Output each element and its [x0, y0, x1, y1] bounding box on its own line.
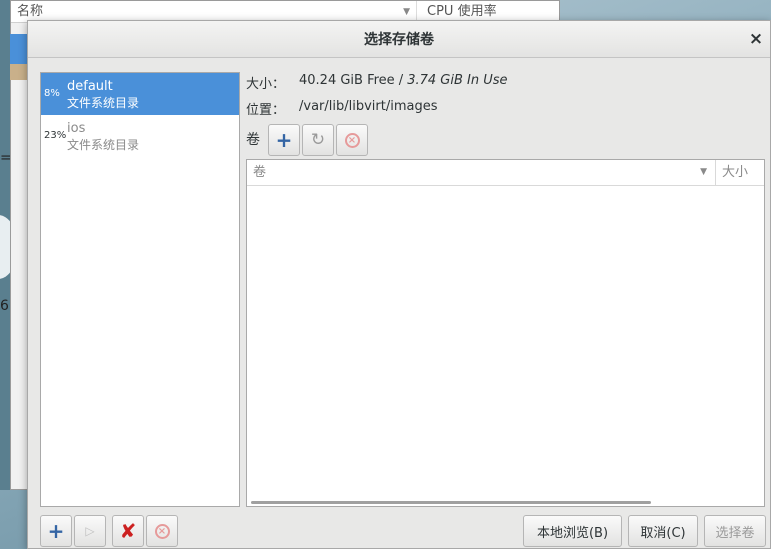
refresh-volumes-button[interactable]: ↻ [302, 124, 334, 156]
background-selection-strip [10, 34, 28, 64]
volumes-label: 卷 [246, 132, 260, 148]
storage-pool-list: 8% default 文件系统目录 23% ios 文件系统目录 [40, 72, 240, 507]
add-pool-button[interactable]: + [40, 515, 72, 547]
start-pool-button[interactable]: ▷ [74, 515, 106, 547]
size-inuse-value: 3.74 GiB In Use [407, 73, 508, 88]
refresh-icon: ↻ [310, 129, 326, 150]
cancel-button[interactable]: 取消(C) [628, 515, 698, 547]
close-button[interactable]: × [746, 29, 766, 49]
pool-item-default[interactable]: 8% default 文件系统目录 [41, 73, 239, 115]
column-header-volume[interactable]: 卷 ▼ [247, 160, 716, 185]
pool-item-ios[interactable]: 23% ios 文件系统目录 [41, 115, 239, 157]
stop-icon: × [344, 132, 360, 148]
stop-pool-button[interactable]: × [146, 515, 178, 547]
location-value: /var/lib/libvirt/images [299, 99, 438, 114]
add-icon: + [275, 128, 293, 152]
add-volume-button[interactable]: + [268, 124, 300, 156]
volume-table: 卷 ▼ 大小 [246, 159, 765, 507]
size-label: 大小： [246, 77, 286, 92]
choose-volume-button[interactable]: 选择卷 [704, 515, 766, 547]
background-strip [10, 64, 28, 80]
pool-size-row: 大小： 40.24 GiB Free / 3.74 GiB In Use [246, 73, 508, 92]
stop-icon: × [154, 523, 170, 539]
delete-icon: ✘ [119, 519, 137, 543]
delete-pool-button[interactable]: ✘ [112, 515, 144, 547]
volume-table-header: 卷 ▼ 大小 [247, 160, 764, 186]
pool-type: 文件系统目录 [67, 138, 140, 152]
column-header-name-label: 名称 [17, 3, 44, 19]
play-icon: ▷ [85, 524, 95, 538]
location-label: 位置： [246, 103, 286, 118]
pool-name: default [67, 79, 113, 94]
sort-arrow-icon: ▼ [700, 167, 707, 177]
pool-usage: 23% [44, 130, 67, 141]
add-icon: + [47, 519, 65, 543]
horizontal-scrollbar[interactable] [251, 501, 651, 504]
pool-location-row: 位置： /var/lib/libvirt/images [246, 99, 438, 118]
browse-local-button[interactable]: 本地浏览(B) [523, 515, 622, 547]
size-free-value: 40.24 GiB Free / [299, 73, 404, 88]
delete-volume-button[interactable]: × [336, 124, 368, 156]
dialog-title: 选择存储卷 [364, 32, 434, 48]
pool-usage: 8% [44, 88, 60, 99]
choose-volume-dialog: 选择存储卷 × 8% default 文件系统目录 23% ios 文件系统目录… [27, 20, 771, 549]
pool-name: ios [67, 121, 86, 136]
pool-type: 文件系统目录 [67, 96, 140, 110]
column-header-volume-label: 卷 [253, 165, 267, 180]
column-header-size[interactable]: 大小 [716, 160, 748, 185]
dialog-titlebar[interactable]: 选择存储卷 × [28, 21, 770, 58]
